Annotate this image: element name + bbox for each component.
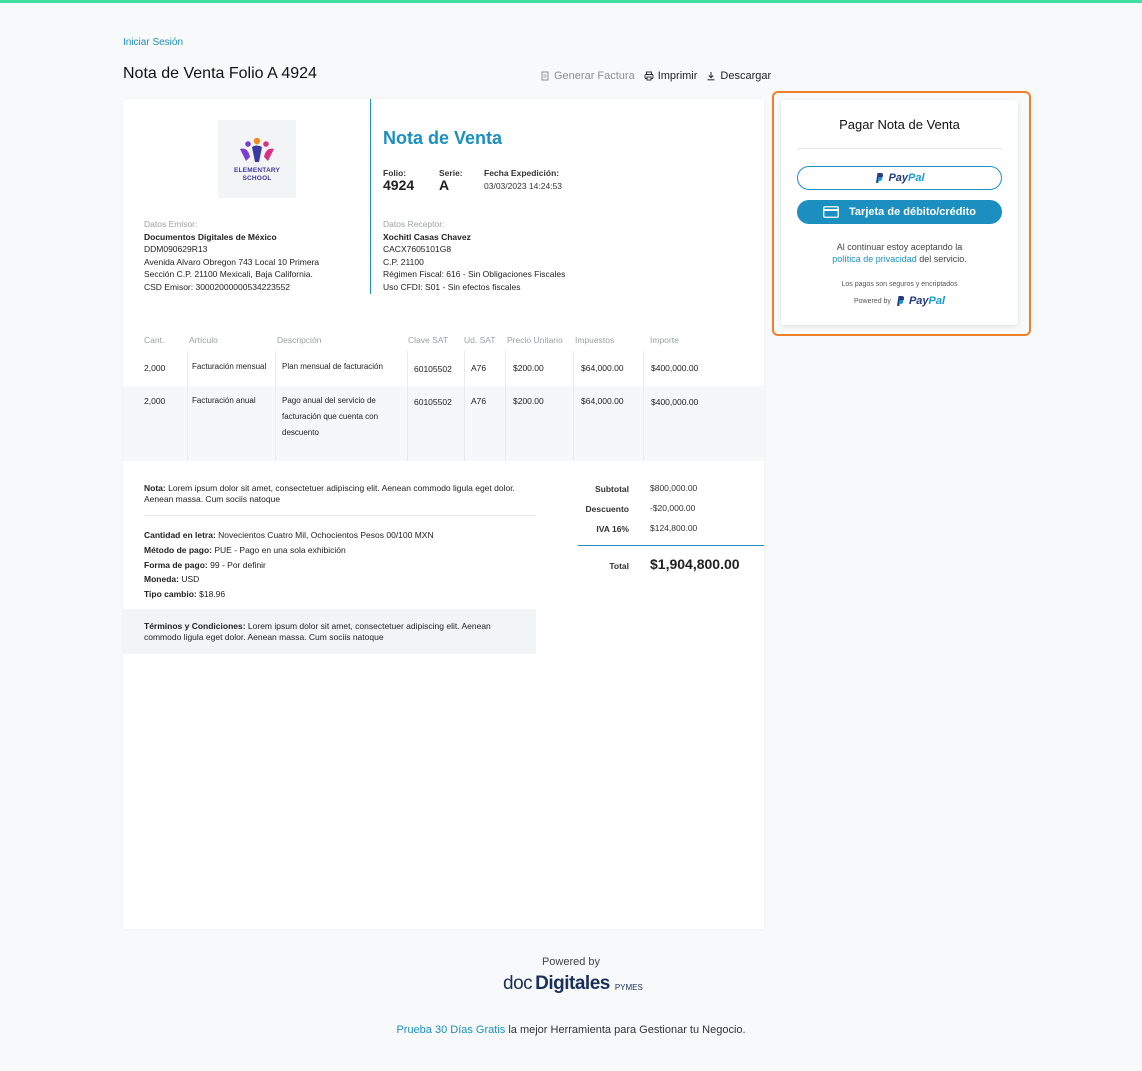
col-importe: Importe [650,335,679,345]
card-payment-button[interactable]: Tarjeta de débito/crédito [797,200,1002,224]
col-impuestos: Impuestos [575,335,615,345]
payment-details: Cantidad en letra: Novecientos Cuatro Mi… [144,530,434,600]
free-trial-link[interactable]: Prueba 30 Días Gratis [396,1024,505,1036]
printer-icon [644,71,654,81]
col-clave-sat: Clave SAT [408,335,448,345]
privacy-policy-link[interactable]: política de privacidad [832,254,917,264]
nota-text: Nota: Lorem ipsum dolor sit amet, consec… [144,483,515,504]
serie-block: Serie: A [439,168,463,193]
login-link[interactable]: Iniciar Sesión [123,37,183,48]
descargar-label: Descargar [720,70,772,82]
generar-factura-label: Generar Factura [554,70,635,82]
paypal-icon [876,173,884,183]
top-accent-bar [0,0,1142,3]
footer-powered-by: Powered by [541,956,601,968]
total-divider [578,545,764,546]
kids-logo-icon [240,137,274,162]
terms-text: Términos y Condiciones: Lorem ipsum dolo… [144,621,491,642]
paypal-wordmark: PayPal [908,295,946,307]
receptor-block: Datos Receptor: Xochitl Casas Chavez CAC… [383,219,566,292]
document-title: Nota de Venta [383,128,503,148]
document-actions: Generar Factura Imprimir Descargar [540,70,771,82]
total-label: Total [609,561,629,571]
download-icon [707,72,715,81]
subtotal-label: Subtotal [595,484,629,494]
payment-terms: Al continuar estoy aceptando la política… [832,242,967,264]
imprimir-button[interactable]: Imprimir [644,70,698,82]
col-precio: Precio Unitario [507,335,563,345]
company-logo: ELEMENTARY SCHOOL [218,120,296,198]
descargar-button[interactable]: Descargar [706,70,771,82]
col-ud-sat: Ud. SAT [464,335,496,345]
generar-factura-button[interactable]: Generar Factura [540,70,635,82]
header-divider [370,99,371,294]
paypal-wordmark: PayPal [888,172,925,184]
footer-cta: Prueba 30 Días Gratis la mejor Herramien… [396,1024,746,1036]
card-button-label: Tarjeta de débito/crédito [849,206,976,218]
subtotal-value: $800,000.00 [650,483,698,493]
payment-panel: Pagar Nota de Venta PayPal Tarjeta de dé… [781,100,1018,325]
total-value: $1,904,800.00 [650,556,740,572]
credit-card-icon [823,206,839,218]
payment-title: Pagar Nota de Venta [839,117,960,132]
fecha-block: Fecha Expedición: 03/03/2023 14:24:53 [484,168,562,191]
descuento-label: Descuento [585,504,629,514]
docdigitales-logo: doc Digitales PYMES [503,973,643,994]
paypal-button[interactable]: PayPal [797,166,1002,190]
document-icon [541,71,549,81]
page-title: Nota de Venta Folio A 4924 [123,65,317,82]
folio-block: Folio: 4924 [383,168,415,193]
emisor-block: Datos Emisor: Documentos Digitales de Mé… [144,219,320,292]
invoice-document: ELEMENTARY SCHOOL Datos Emisor: Document… [123,99,764,929]
col-descripcion: Descripción [277,335,322,345]
imprimir-label: Imprimir [657,70,698,82]
descuento-value: -$20,000.00 [650,503,696,513]
iva-label: IVA 16% [596,524,629,534]
logo-text: ELEMENTARY SCHOOL [233,167,281,182]
iva-value: $124,800.00 [650,523,698,533]
col-cant: Cant. [144,335,165,345]
paypal-icon [896,296,905,306]
powered-by-paypal: Powered by PayPal [853,295,946,307]
secure-note: Los pagos son seguros y encriptados [841,281,958,288]
col-articulo: Artículo [189,335,218,345]
